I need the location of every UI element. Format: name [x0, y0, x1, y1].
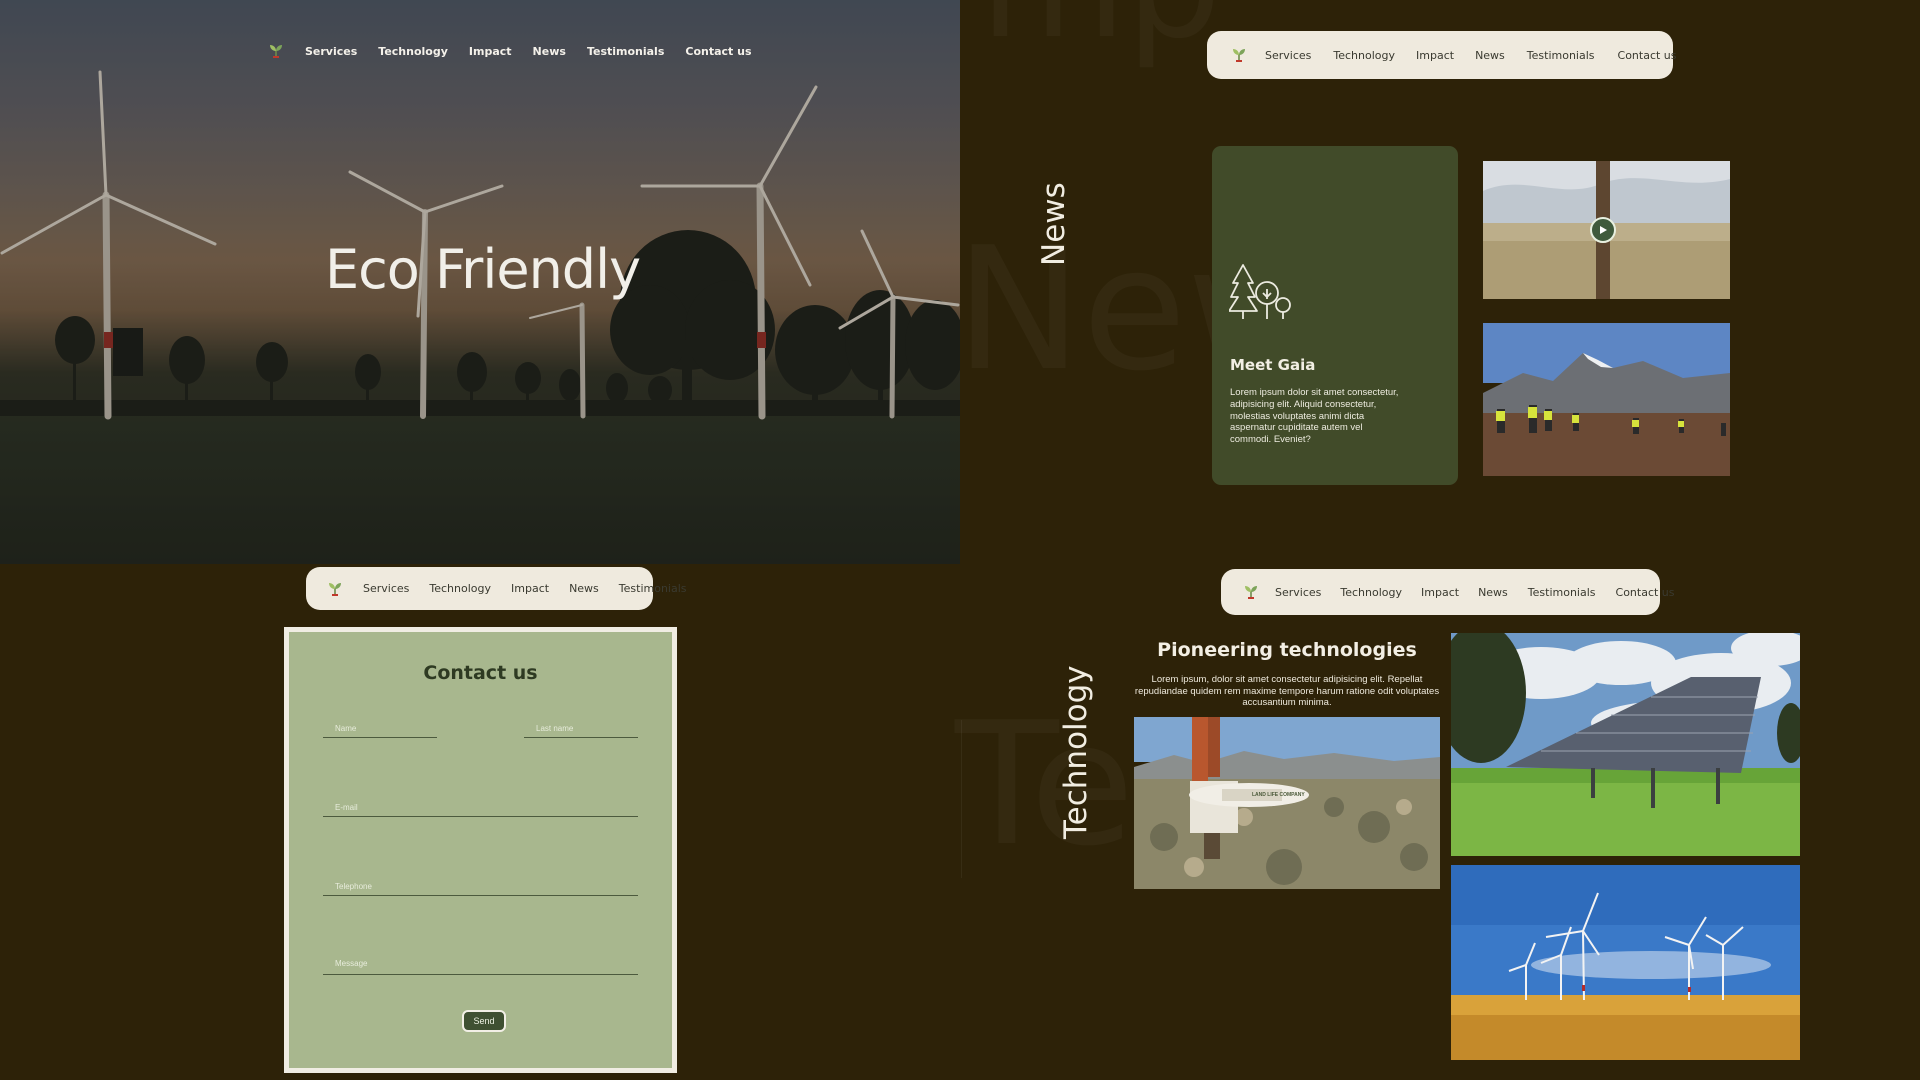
sprout-logo-icon[interactable]	[1243, 585, 1259, 599]
drill-brand-label: LAND LIFE COMPANY	[1252, 792, 1305, 798]
contact-title: Contact us	[423, 662, 538, 684]
hero-section: Services Technology Impact News Testimon…	[0, 0, 960, 564]
contact-form: Contact us Send	[289, 632, 672, 1068]
sprout-logo-icon[interactable]	[268, 44, 284, 58]
ghost-word-technology: Te	[955, 700, 1135, 870]
technology-section-title: Technology	[1058, 665, 1094, 839]
send-button[interactable]: Send	[462, 1010, 506, 1032]
email-field	[323, 795, 638, 817]
news-nav-bar: Services Technology Impact News Testimon…	[1207, 31, 1677, 79]
message-field	[323, 949, 638, 975]
nav-link-technology[interactable]: Technology	[429, 582, 491, 595]
nav-link-technology[interactable]: Technology	[378, 45, 448, 58]
nav-link-contact[interactable]: Contact us	[1616, 586, 1675, 599]
nav-link-contact[interactable]: Contact us	[1618, 49, 1677, 62]
name-input[interactable]	[323, 716, 437, 737]
contact-form-frame: Contact us Send	[284, 627, 677, 1073]
telephone-field	[323, 874, 638, 896]
nav-link-testimonials[interactable]: Testimonials	[619, 582, 687, 595]
contact-nav-bar: Services Technology Impact News Testimon…	[306, 567, 687, 610]
hero-title: Eco Friendly	[325, 238, 641, 301]
nav-link-contact[interactable]: Contact us	[685, 45, 751, 58]
nav-link-news[interactable]: News	[569, 582, 599, 595]
nav-link-news[interactable]: News	[1475, 49, 1505, 62]
sprout-logo-icon[interactable]	[1231, 48, 1247, 62]
nav-link-impact[interactable]: Impact	[1416, 49, 1454, 62]
nav-link-impact[interactable]: Impact	[511, 582, 549, 595]
nav-link-impact[interactable]: Impact	[469, 45, 512, 58]
tech-solar-panel-photo	[1451, 633, 1800, 856]
meet-gaia-text: Lorem ipsum dolor sit amet consectetur, …	[1230, 387, 1399, 446]
tech-wind-turbines-photo	[1451, 865, 1800, 1060]
tech-drill-photo: LAND LIFE COMPANY	[1134, 717, 1440, 889]
technology-text: Lorem ipsum, dolor sit amet consectetur …	[1134, 674, 1440, 708]
nav-link-services[interactable]: Services	[305, 45, 357, 58]
sprout-logo-icon[interactable]	[327, 582, 343, 596]
play-icon[interactable]	[1590, 217, 1616, 243]
nav-link-services[interactable]: Services	[1275, 586, 1321, 599]
nav-link-impact[interactable]: Impact	[1421, 586, 1459, 599]
last-name-field	[524, 716, 638, 738]
nav-link-technology[interactable]: Technology	[1333, 49, 1395, 62]
divider-line	[961, 720, 962, 878]
nav-link-services[interactable]: Services	[363, 582, 409, 595]
meet-gaia-title: Meet Gaia	[1230, 356, 1316, 374]
nav-link-services[interactable]: Services	[1265, 49, 1311, 62]
nav-link-testimonials[interactable]: Testimonials	[1527, 49, 1595, 62]
nav-link-technology[interactable]: Technology	[1340, 586, 1402, 599]
nav-link-testimonials[interactable]: Testimonials	[587, 45, 664, 58]
message-input[interactable]	[323, 949, 638, 974]
technology-heading: Pioneering technologies	[1157, 639, 1417, 661]
last-name-input[interactable]	[524, 716, 638, 737]
nav-link-news[interactable]: News	[1478, 586, 1508, 599]
ghost-word-top: mp	[980, 0, 1221, 60]
news-video-thumbnail[interactable]	[1483, 161, 1730, 299]
email-input[interactable]	[323, 795, 638, 816]
nav-link-testimonials[interactable]: Testimonials	[1528, 586, 1596, 599]
nav-link-news[interactable]: News	[533, 45, 566, 58]
technology-nav-bar: Services Technology Impact News Testimon…	[1221, 569, 1675, 615]
news-planting-photo	[1483, 323, 1730, 476]
name-field	[323, 716, 437, 738]
trees-icon	[1228, 263, 1293, 326]
telephone-input[interactable]	[323, 874, 638, 895]
meet-gaia-card: Meet Gaia Lorem ipsum dolor sit amet con…	[1212, 146, 1458, 485]
hero-nav: Services Technology Impact News Testimon…	[268, 44, 752, 58]
news-section-title: News	[1036, 182, 1072, 266]
